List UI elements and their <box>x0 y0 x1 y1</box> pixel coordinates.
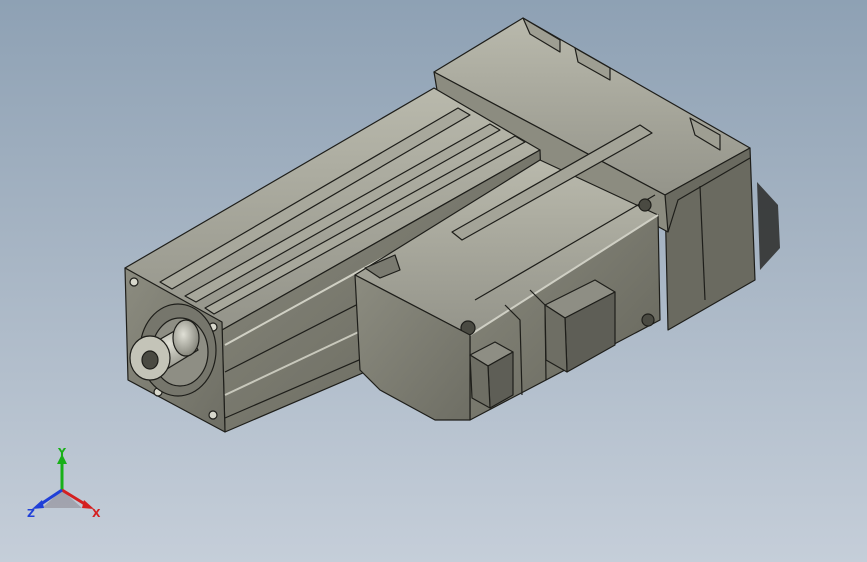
axis-triad[interactable]: Y X Z <box>22 446 112 526</box>
actuator-3d-model[interactable] <box>0 0 867 562</box>
y-axis-label: Y <box>57 446 67 459</box>
ground-shadow <box>757 182 780 270</box>
x-axis-label: X <box>92 507 101 520</box>
z-axis-label: Z <box>27 507 35 520</box>
encoder-connector[interactable] <box>469 341 514 409</box>
graphics-viewport[interactable]: Y X Z <box>0 0 867 562</box>
